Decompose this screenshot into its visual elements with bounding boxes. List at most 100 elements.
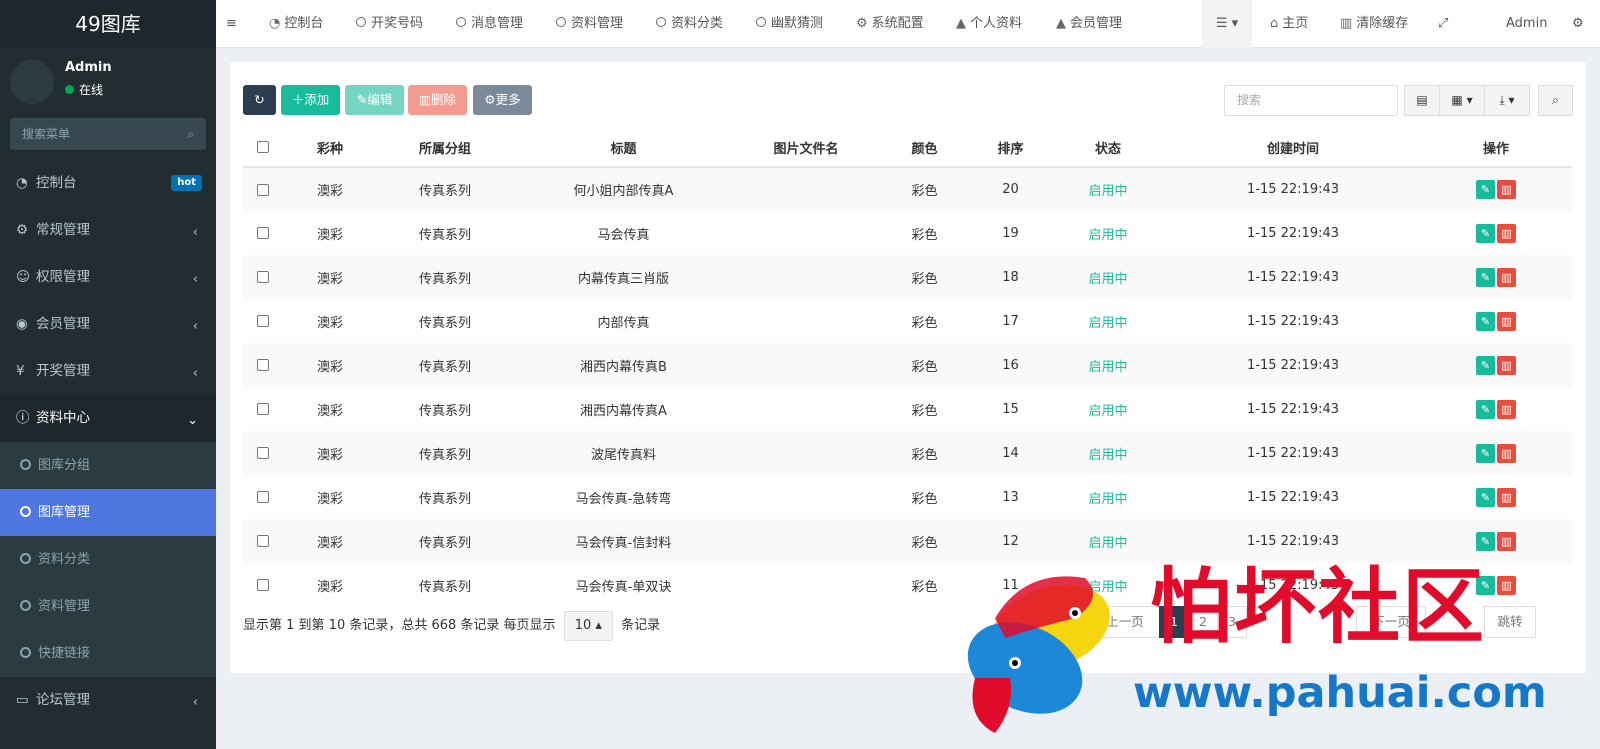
- row-checkbox[interactable]: [243, 299, 283, 343]
- delete-row-button[interactable]: ▥: [1497, 355, 1516, 375]
- column-header[interactable]: 所属分组: [377, 128, 513, 168]
- checkbox[interactable]: [257, 359, 269, 371]
- user-name: Admin: [65, 60, 112, 75]
- table-row[interactable]: 澳彩 传真系列 波尾传真料 彩色 14 启用中 1-15 22:19:43 ✎ ▥: [243, 431, 1572, 475]
- delete-row-button[interactable]: ▥: [1497, 223, 1516, 243]
- checkbox[interactable]: [257, 315, 269, 327]
- table-row[interactable]: 澳彩 传真系列 湘西内幕传真B 彩色 16 启用中 1-15 22:19:43 ✎ ▥: [243, 343, 1572, 387]
- row-checkbox[interactable]: [243, 211, 283, 255]
- edit-row-button[interactable]: ✎: [1476, 223, 1495, 243]
- nav-tab-profile[interactable]: ▲ 个人资料: [956, 0, 1022, 48]
- delete-row-button[interactable]: ▥: [1497, 311, 1516, 331]
- checkbox[interactable]: [257, 271, 269, 283]
- row-checkbox[interactable]: [243, 387, 283, 431]
- columns-button[interactable]: ▦ ▾: [1439, 85, 1485, 116]
- menu-search-input[interactable]: 搜索菜单 ⌕: [10, 118, 206, 150]
- edit-row-button[interactable]: ✎: [1476, 311, 1495, 331]
- checkbox[interactable]: [257, 227, 269, 239]
- edit-row-button[interactable]: ✎: [1476, 443, 1495, 463]
- sidebar-subitem-quick-links[interactable]: 快捷链接: [0, 630, 216, 677]
- checkbox[interactable]: [257, 491, 269, 503]
- table-row[interactable]: 澳彩 传真系列 内部传真 彩色 17 启用中 1-15 22:19:43 ✎ ▥: [243, 299, 1572, 343]
- select-all-checkbox[interactable]: [243, 128, 283, 168]
- row-checkbox[interactable]: [243, 431, 283, 475]
- column-header[interactable]: 图片文件名: [734, 128, 878, 168]
- row-checkbox[interactable]: [243, 255, 283, 299]
- nav-tab-system-config[interactable]: ⚙ 系统配置: [856, 0, 924, 48]
- row-checkbox[interactable]: [243, 563, 283, 607]
- delete-row-button[interactable]: ▥: [1497, 267, 1516, 287]
- column-header[interactable]: 操作: [1420, 128, 1572, 168]
- edit-button[interactable]: ✎编辑: [345, 85, 404, 115]
- page-size-select[interactable]: 10 ▴: [563, 611, 613, 641]
- user-menu[interactable]: Admin: [1506, 0, 1547, 48]
- column-header[interactable]: 状态: [1050, 128, 1166, 168]
- nav-tab-data-manage[interactable]: 资料管理: [556, 0, 623, 48]
- cell-sort: 17: [1002, 313, 1019, 329]
- checkbox[interactable]: [257, 579, 269, 591]
- sidebar-item-permissions[interactable]: ☺ 权限管理 ‹: [0, 254, 216, 301]
- checkbox[interactable]: [257, 403, 269, 415]
- delete-row-button[interactable]: ▥: [1497, 443, 1516, 463]
- home-link[interactable]: ⌂ 主页: [1270, 0, 1308, 48]
- more-button[interactable]: ⚙更多: [473, 85, 532, 115]
- column-header[interactable]: 排序: [971, 128, 1050, 168]
- edit-row-button[interactable]: ✎: [1476, 487, 1495, 507]
- add-button[interactable]: ＋添加: [281, 85, 340, 115]
- tabs-dropdown-button[interactable]: ☰ ▾: [1202, 0, 1252, 48]
- settings-button[interactable]: ⚙: [1572, 0, 1584, 48]
- refresh-button[interactable]: ↻: [243, 85, 276, 115]
- edit-row-button[interactable]: ✎: [1476, 180, 1495, 199]
- table-row[interactable]: 澳彩 传真系列 马会传真 彩色 19 启用中 1-15 22:19:43 ✎ ▥: [243, 211, 1572, 255]
- sidebar-subitem-gallery-manage[interactable]: 图库管理: [0, 489, 216, 536]
- row-checkbox[interactable]: [243, 475, 283, 519]
- delete-row-button[interactable]: ▥: [1497, 180, 1516, 199]
- row-checkbox[interactable]: [243, 343, 283, 387]
- edit-row-button[interactable]: ✎: [1476, 399, 1495, 419]
- nav-tab-members[interactable]: ▲ 会员管理: [1056, 0, 1122, 48]
- nav-tab-dashboard[interactable]: ◔ 控制台: [269, 0, 323, 48]
- delete-row-button[interactable]: ▥: [1497, 399, 1516, 419]
- delete-button[interactable]: ▥删除: [408, 85, 467, 115]
- nav-tab-messages[interactable]: 消息管理: [456, 0, 523, 48]
- sidebar-item-data-center[interactable]: ⓘ 资料中心 ⌄: [0, 395, 216, 442]
- nav-tab-data-category[interactable]: 资料分类: [656, 0, 723, 48]
- column-header[interactable]: 颜色: [878, 128, 971, 168]
- edit-row-button[interactable]: ✎: [1476, 267, 1495, 287]
- sidebar-item-forum[interactable]: ▭ 论坛管理 ‹: [0, 677, 216, 724]
- nav-tab-draw-numbers[interactable]: 开奖号码: [356, 0, 423, 48]
- clear-cache-button[interactable]: ▥ 清除缓存: [1340, 0, 1408, 48]
- sidebar-item-dashboard[interactable]: ◔ 控制台 hot: [0, 160, 216, 207]
- sidebar-subitem-data-category[interactable]: 资料分类: [0, 536, 216, 583]
- edit-row-button[interactable]: ✎: [1476, 531, 1495, 551]
- row-checkbox[interactable]: [243, 519, 283, 563]
- table-row[interactable]: 澳彩 传真系列 何小姐内部传真A 彩色 20 启用中 1-15 22:19:43 ✎ ▥: [243, 167, 1572, 211]
- toggle-view-button[interactable]: ▤: [1404, 85, 1440, 116]
- checkbox[interactable]: [257, 535, 269, 547]
- app-logo[interactable]: 49图库: [0, 0, 216, 48]
- edit-row-button[interactable]: ✎: [1476, 355, 1495, 375]
- nav-tab-humor-guess[interactable]: 幽默猜测: [756, 0, 823, 48]
- column-header[interactable]: 创建时间: [1166, 128, 1420, 168]
- column-header[interactable]: 彩种: [283, 128, 377, 168]
- sidebar-subitem-data-manage[interactable]: 资料管理: [0, 583, 216, 630]
- export-button[interactable]: ⤓ ▾: [1484, 85, 1530, 116]
- checkbox[interactable]: [257, 183, 269, 196]
- table-search-input[interactable]: 搜索: [1224, 85, 1398, 116]
- fullscreen-button[interactable]: ⤢: [1438, 0, 1448, 48]
- sidebar-subitem-gallery-group[interactable]: 图库分组: [0, 442, 216, 489]
- delete-row-button[interactable]: ▥: [1497, 531, 1516, 551]
- sidebar-item-lottery[interactable]: ¥ 开奖管理 ‹: [0, 348, 216, 395]
- sidebar-item-members[interactable]: ◉ 会员管理 ‹: [0, 301, 216, 348]
- table-row[interactable]: 澳彩 传真系列 湘西内幕传真A 彩色 15 启用中 1-15 22:19:43 ✎ ▥: [243, 387, 1572, 431]
- column-header[interactable]: 标题: [513, 128, 734, 168]
- delete-row-button[interactable]: ▥: [1497, 487, 1516, 507]
- checkbox[interactable]: [257, 447, 269, 459]
- sidebar-item-general[interactable]: ⚙ 常规管理 ‹: [0, 207, 216, 254]
- table-row[interactable]: 澳彩 传真系列 内幕传真三肖版 彩色 18 启用中 1-15 22:19:43 ✎ ▥: [243, 255, 1572, 299]
- table-row[interactable]: 澳彩 传真系列 马会传真-信封料 彩色 12 启用中 1-15 22:19:43 ✎ ▥: [243, 519, 1572, 563]
- sidebar-toggle-button[interactable]: ≡: [226, 0, 237, 48]
- row-checkbox[interactable]: [243, 167, 283, 211]
- table-row[interactable]: 澳彩 传真系列 马会传真-急转弯 彩色 13 启用中 1-15 22:19:43 ✎ ▥: [243, 475, 1572, 519]
- search-button[interactable]: ⌕: [1538, 85, 1573, 116]
